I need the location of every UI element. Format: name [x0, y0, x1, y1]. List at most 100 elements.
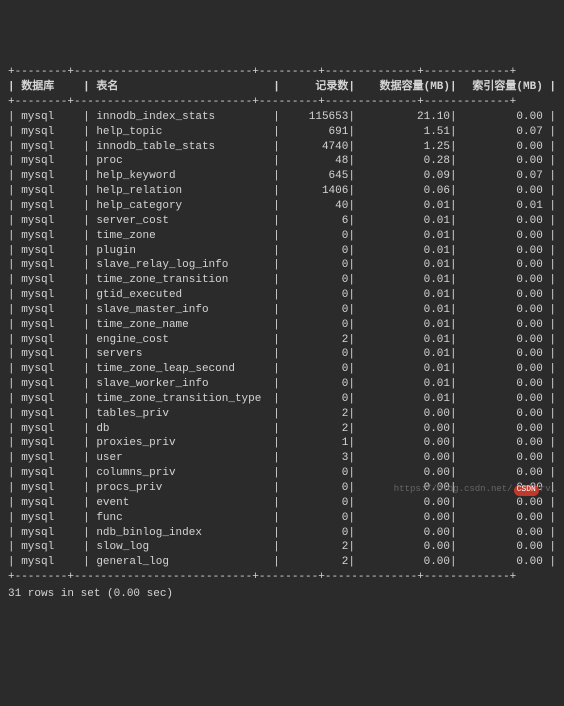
- cell-rows: 0: [286, 496, 348, 511]
- cell-table: proxies_priv: [96, 436, 273, 451]
- column-separator: |: [348, 258, 361, 273]
- column-separator: |: [450, 511, 463, 526]
- column-separator: |: [273, 451, 286, 466]
- cell-data-mb: 0.01: [362, 347, 450, 362]
- result-summary: 31 rows in set (0.00 sec): [8, 587, 556, 602]
- column-separator: |: [450, 140, 463, 155]
- cell-index-mb: 0.00: [463, 258, 543, 273]
- column-separator: |: [8, 125, 21, 140]
- cell-index-mb: 0.00: [463, 526, 543, 541]
- column-separator: |: [543, 110, 556, 125]
- cell-table: user: [96, 451, 273, 466]
- cell-table: slave_relay_log_info: [96, 258, 273, 273]
- table-row: | mysql| innodb_table_stats| 4740| 1.25|…: [8, 140, 556, 155]
- cell-data-mb: 0.01: [362, 273, 450, 288]
- column-separator: |: [348, 318, 361, 333]
- cell-table: help_keyword: [96, 169, 273, 184]
- column-separator: |: [348, 288, 361, 303]
- header-table: 表名: [96, 80, 273, 95]
- column-separator: |: [83, 318, 96, 333]
- column-separator: |: [450, 333, 463, 348]
- column-separator: |: [543, 422, 556, 437]
- table-row: | mysql| innodb_index_stats| 115653| 21.…: [8, 110, 556, 125]
- column-separator: |: [450, 451, 463, 466]
- cell-db: mysql: [21, 333, 83, 348]
- column-separator: |: [450, 436, 463, 451]
- column-separator: |: [543, 377, 556, 392]
- cell-db: mysql: [21, 125, 83, 140]
- column-separator: |: [273, 392, 286, 407]
- column-separator: |: [8, 555, 21, 570]
- cell-index-mb: 0.00: [463, 229, 543, 244]
- table-row: | mysql| time_zone_leap_second| 0| 0.01|…: [8, 362, 556, 377]
- cell-data-mb: 0.01: [362, 288, 450, 303]
- column-separator: |: [348, 184, 361, 199]
- cell-table: help_category: [96, 199, 273, 214]
- cell-index-mb: 0.01: [463, 199, 543, 214]
- column-separator: |: [543, 540, 556, 555]
- column-separator: |: [450, 244, 463, 259]
- column-separator: |: [8, 229, 21, 244]
- table-row: | mysql| slave_relay_log_info| 0| 0.01| …: [8, 258, 556, 273]
- cell-table: servers: [96, 347, 273, 362]
- column-separator: |: [273, 125, 286, 140]
- cell-rows: 115653: [286, 110, 348, 125]
- column-separator: |: [83, 466, 96, 481]
- cell-db: mysql: [21, 318, 83, 333]
- cell-data-mb: 0.09: [362, 169, 450, 184]
- cell-rows: 0: [286, 258, 348, 273]
- column-separator: |: [273, 407, 286, 422]
- column-separator: |: [273, 199, 286, 214]
- column-separator: |: [348, 80, 361, 95]
- column-separator: |: [450, 422, 463, 437]
- cell-index-mb: 0.00: [463, 511, 543, 526]
- column-separator: |: [273, 229, 286, 244]
- column-separator: |: [348, 451, 361, 466]
- cell-table: event: [96, 496, 273, 511]
- cell-index-mb: 0.00: [463, 347, 543, 362]
- cell-db: mysql: [21, 214, 83, 229]
- watermark-prefix: https://blog.csdn.net/: [394, 484, 513, 494]
- cell-db: mysql: [21, 526, 83, 541]
- column-separator: |: [348, 511, 361, 526]
- column-separator: |: [348, 466, 361, 481]
- cell-index-mb: 0.00: [463, 540, 543, 555]
- cell-table: slave_master_info: [96, 303, 273, 318]
- cell-db: mysql: [21, 244, 83, 259]
- column-separator: |: [450, 496, 463, 511]
- cell-index-mb: 0.00: [463, 377, 543, 392]
- column-separator: |: [348, 555, 361, 570]
- column-separator: |: [83, 422, 96, 437]
- column-separator: |: [8, 110, 21, 125]
- cell-index-mb: 0.07: [463, 125, 543, 140]
- cell-db: mysql: [21, 140, 83, 155]
- cell-table: help_relation: [96, 184, 273, 199]
- column-separator: |: [8, 422, 21, 437]
- cell-db: mysql: [21, 422, 83, 437]
- watermark-badge: CSDN: [514, 485, 539, 496]
- cell-data-mb: 0.00: [362, 407, 450, 422]
- column-separator: |: [273, 347, 286, 362]
- cell-db: mysql: [21, 258, 83, 273]
- column-separator: |: [543, 347, 556, 362]
- cell-rows: 6: [286, 214, 348, 229]
- column-separator: |: [348, 303, 361, 318]
- cell-table: columns_priv: [96, 466, 273, 481]
- column-separator: |: [273, 80, 286, 95]
- cell-rows: 0: [286, 303, 348, 318]
- cell-table: engine_cost: [96, 333, 273, 348]
- cell-table: time_zone_transition_type: [96, 392, 273, 407]
- cell-index-mb: 0.00: [463, 303, 543, 318]
- table-row: | mysql| gtid_executed| 0| 0.01| 0.00 |: [8, 288, 556, 303]
- column-separator: |: [543, 526, 556, 541]
- table-rule: +--------+---------------------------+--…: [8, 570, 556, 585]
- table-row: | mysql| engine_cost| 2| 0.01| 0.00 |: [8, 333, 556, 348]
- column-separator: |: [8, 214, 21, 229]
- column-separator: |: [83, 407, 96, 422]
- cell-table: time_zone: [96, 229, 273, 244]
- cell-rows: 2: [286, 333, 348, 348]
- cell-index-mb: 0.00: [463, 214, 543, 229]
- cell-index-mb: 0.00: [463, 362, 543, 377]
- cell-db: mysql: [21, 229, 83, 244]
- cell-table: ndb_binlog_index: [96, 526, 273, 541]
